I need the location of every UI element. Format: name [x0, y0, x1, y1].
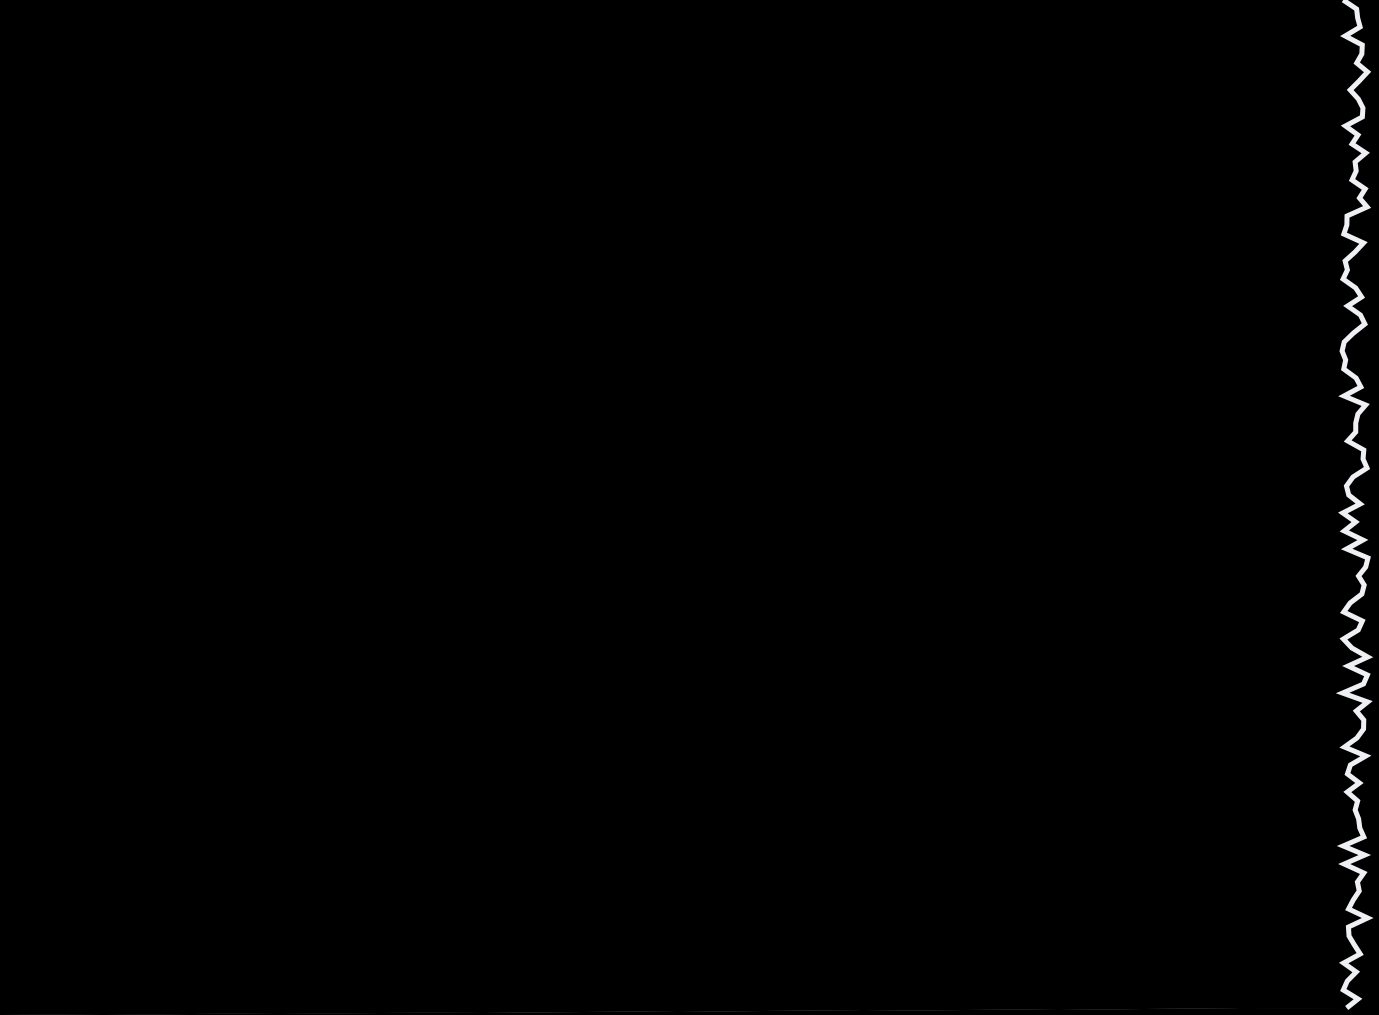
enum-value: disabled — [750, 795, 837, 817]
modal-header: Response 200 ✕ — [483, 205, 1238, 301]
schema-field-header: asset_uuid uuid — [536, 596, 1185, 616]
modal-body: Asset found RESPONSE BODY object asset_i… — [483, 301, 1238, 1015]
modal-title: Response — [511, 237, 638, 267]
schema-field-name: asset_id — [536, 511, 605, 530]
schema-field-name: status — [536, 766, 587, 785]
schema-field-type: string — [594, 768, 631, 785]
schema-field-type: double — [681, 884, 727, 901]
schema-field-header: collateral_weight double — [536, 882, 1185, 902]
close-icon[interactable]: ✕ — [1187, 239, 1210, 266]
response-schema: object asset_id string A unique identifie… — [511, 427, 1210, 951]
schema-field-description: The haircut value applied to the asset w… — [536, 911, 1029, 931]
schema-field: asset_id string A unique identifier to re… — [512, 495, 1209, 580]
schema-field: status string Possible values: [ active ,… — [512, 750, 1209, 866]
schema-field-name: collateral_weight — [536, 882, 674, 901]
enum-separator: , — [743, 795, 749, 816]
schema-field-description: The name of the asset — [536, 710, 716, 730]
schema-field-enum: Possible values: [ active , disabled ] — [536, 795, 1185, 817]
schema-field: asset_uuid uuid A UUID to represent the a… — [512, 580, 1209, 665]
modal-subtitle: Asset found — [511, 327, 1210, 374]
schema-field-type: string — [641, 683, 679, 700]
response-modal: Response 200 ✕ Asset found RESPONSE BODY… — [483, 205, 1238, 1015]
schema-field: asset_name string The name of the asset — [512, 665, 1209, 750]
enum-open-bracket: [ — [666, 795, 672, 816]
schema-field-description: A unique identifier to represent the ass… — [536, 540, 1089, 560]
schema-field-type: string — [612, 513, 649, 530]
page-root: coinbaseCLOUD Documentation Internationa… — [0, 0, 1379, 1015]
schema-field: collateral_weight double The haircut valu… — [512, 866, 1209, 950]
screenshot-frame: coinbaseCLOUD Documentation Internationa… — [0, 0, 1379, 1015]
schema-type: object — [512, 428, 1209, 495]
schema-field-header: status string — [536, 766, 1185, 786]
schema-field-description: A UUID to represent the asset (portable … — [536, 625, 1114, 645]
schema-field-name: asset_name — [536, 681, 634, 700]
schema-field-header: asset_id string — [536, 511, 1185, 531]
enum-close-bracket: ] — [838, 795, 844, 816]
schema-field-description: An asset level status that would affect … — [536, 826, 1044, 846]
annotation-circle-modal-status — [622, 214, 774, 298]
schema-field-type: uuid — [632, 598, 662, 615]
annotation-circle-response-row — [303, 521, 499, 617]
response-body-label: RESPONSE BODY — [511, 400, 638, 415]
schema-field-name: asset_uuid — [536, 596, 625, 615]
enum-prefix: Possible values: — [536, 795, 667, 816]
enum-value: active — [673, 795, 742, 817]
schema-field-header: asset_name string — [536, 681, 1185, 701]
